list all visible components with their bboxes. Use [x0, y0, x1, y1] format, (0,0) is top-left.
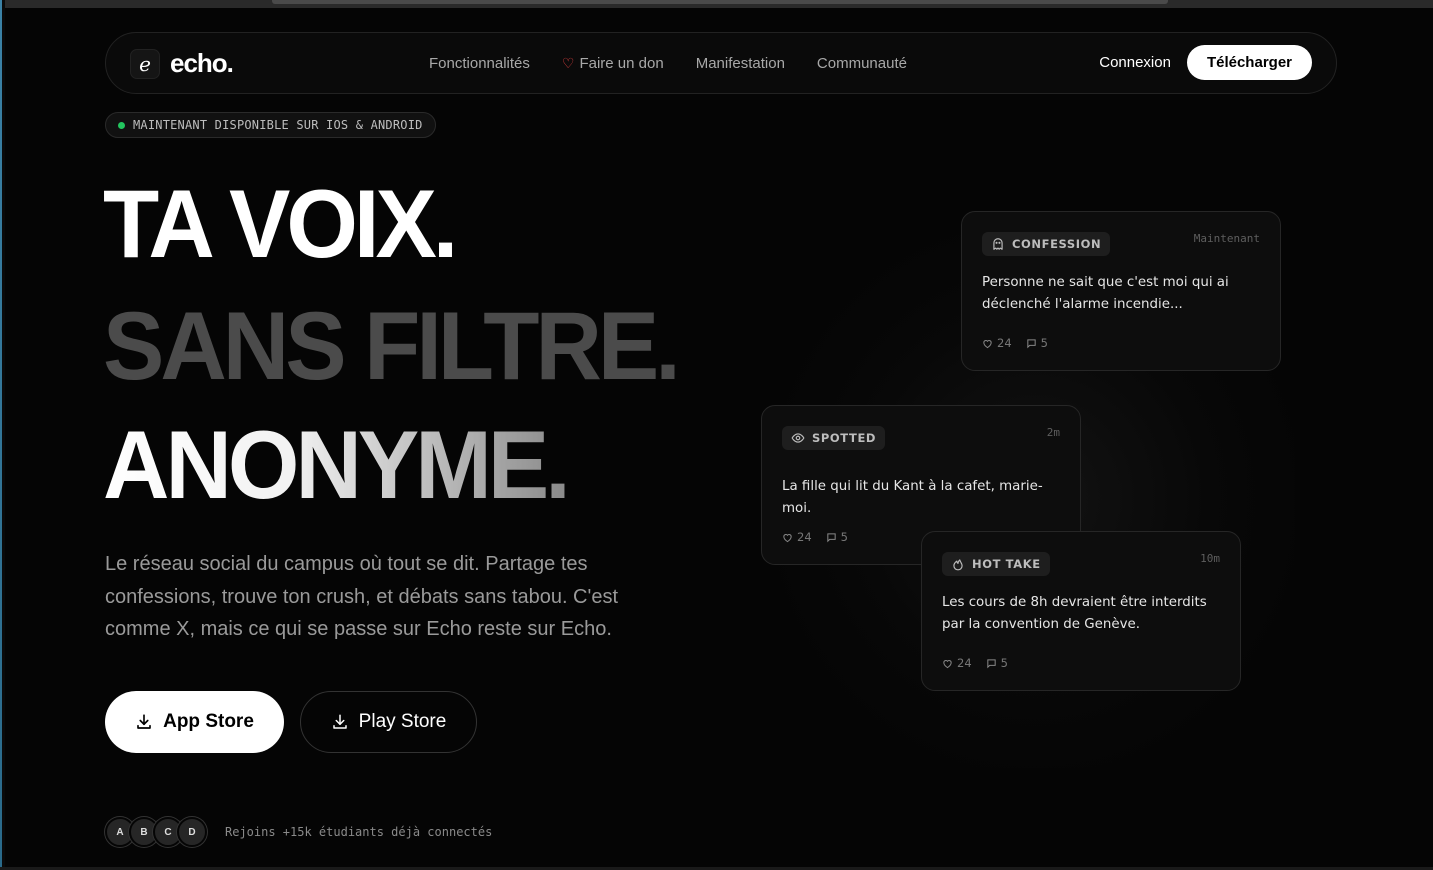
download-icon — [332, 714, 347, 729]
play-store-button[interactable]: Play Store — [300, 691, 477, 753]
flame-icon — [953, 559, 963, 571]
nav-link-features[interactable]: Fonctionnalités — [429, 55, 530, 72]
comment-icon — [986, 658, 996, 668]
post-card-hot-take[interactable]: HOT TAKE 10m Les cours de 8h devraient ê… — [921, 531, 1241, 691]
post-tag: CONFESSION — [982, 232, 1111, 256]
post-meta: 24 5 — [942, 656, 1008, 670]
like-button[interactable]: 24 — [782, 530, 812, 544]
headline-line-1: TA VOIX. — [103, 170, 458, 278]
ghost-icon — [993, 238, 1003, 250]
post-text: La fille qui lit du Kant à la cafet, mar… — [782, 479, 1043, 516]
nav-link-label: Communauté — [816, 54, 907, 72]
post-meta: 24 5 — [982, 336, 1048, 350]
brand-name: echo. — [170, 48, 234, 78]
nav-link-community[interactable]: Communauté — [817, 55, 907, 72]
comment-icon — [1026, 338, 1036, 348]
login-link[interactable]: Connexion — [1099, 54, 1171, 71]
availability-badge: MAINTENANT DISPONIBLE SUR IOS & ANDROID — [105, 112, 436, 138]
hero-description: Le réseau social du campus où tout se di… — [105, 553, 618, 640]
nav-link-label: Fonctionnalités — [429, 54, 530, 72]
app-store-button[interactable]: App Store — [105, 691, 284, 753]
post-tag-label: CONFESSION — [1012, 237, 1102, 251]
post-card-confession[interactable]: CONFESSION Maintenant Personne ne sait q… — [961, 211, 1281, 371]
post-tag: SPOTTED — [782, 426, 886, 450]
nav-link-donate[interactable]: ♡ Faire un don — [562, 55, 664, 72]
like-button[interactable]: 24 — [942, 656, 972, 670]
landing-page: e echo. Fonctionnalités ♡ Faire un don Ma… — [5, 8, 1433, 867]
comment-count: 5 — [1000, 656, 1008, 670]
nav-links: Fonctionnalités ♡ Faire un don Manifestat… — [429, 33, 907, 93]
comment-icon — [826, 532, 836, 542]
comment-button[interactable]: 5 — [1026, 336, 1048, 350]
badge-text: MAINTENANT DISPONIBLE SUR IOS & ANDROID — [133, 118, 423, 132]
post-time: Maintenant — [1193, 232, 1260, 245]
headline-line-3: ANONYME. — [103, 411, 571, 519]
like-count: 24 — [957, 656, 972, 670]
status-dot-icon — [118, 121, 125, 129]
nav-link-label: Manifestation — [695, 54, 785, 72]
like-count: 24 — [797, 530, 812, 544]
post-tag-label: HOT TAKE — [972, 557, 1041, 571]
download-icon — [137, 714, 151, 729]
eye-icon — [791, 433, 805, 443]
top-navigation: e echo. Fonctionnalités ♡ Faire un don Ma… — [105, 32, 1337, 94]
download-button[interactable]: Télécharger — [1186, 45, 1312, 80]
browser-scroll-handle — [272, 0, 1168, 4]
nav-link-manifestation[interactable]: Manifestation — [696, 55, 785, 72]
post-time: 2m — [1046, 426, 1060, 439]
comment-count: 5 — [1040, 336, 1048, 350]
headline-line-2: SANS FILTRE. — [103, 292, 681, 400]
heart-icon — [943, 659, 952, 668]
post-tag: HOT TAKE — [942, 552, 1050, 576]
play-store-label: Play Store — [358, 711, 447, 732]
post-text: Personne ne sait que c'est moi qui ai dé… — [982, 275, 1229, 312]
heart-icon — [983, 339, 992, 348]
avatar-stack: A B C D — [105, 817, 207, 847]
comment-button[interactable]: 5 — [826, 530, 848, 544]
nav-actions: Connexion Télécharger — [1099, 45, 1312, 80]
like-count: 24 — [997, 336, 1012, 350]
logo-mark-icon: e — [130, 48, 160, 79]
comment-count: 5 — [840, 530, 848, 544]
avatar: D — [177, 817, 207, 847]
post-meta: 24 5 — [782, 530, 848, 544]
browser-top-bar — [0, 0, 1433, 8]
post-time: 10m — [1200, 552, 1220, 565]
heart-icon: ♡ — [561, 54, 575, 71]
post-tag-label: SPOTTED — [812, 431, 877, 445]
nav-link-label: Faire un don — [579, 54, 664, 72]
app-store-label: App Store — [163, 711, 254, 732]
comment-button[interactable]: 5 — [986, 656, 1008, 670]
like-button[interactable]: 24 — [982, 336, 1012, 350]
brand-logo[interactable]: e echo. — [130, 48, 234, 79]
social-proof-text: Rejoins +15k étudiants déjà connectés — [225, 825, 493, 839]
post-text: Les cours de 8h devraient être interdits… — [942, 595, 1207, 632]
heart-icon — [783, 533, 792, 542]
